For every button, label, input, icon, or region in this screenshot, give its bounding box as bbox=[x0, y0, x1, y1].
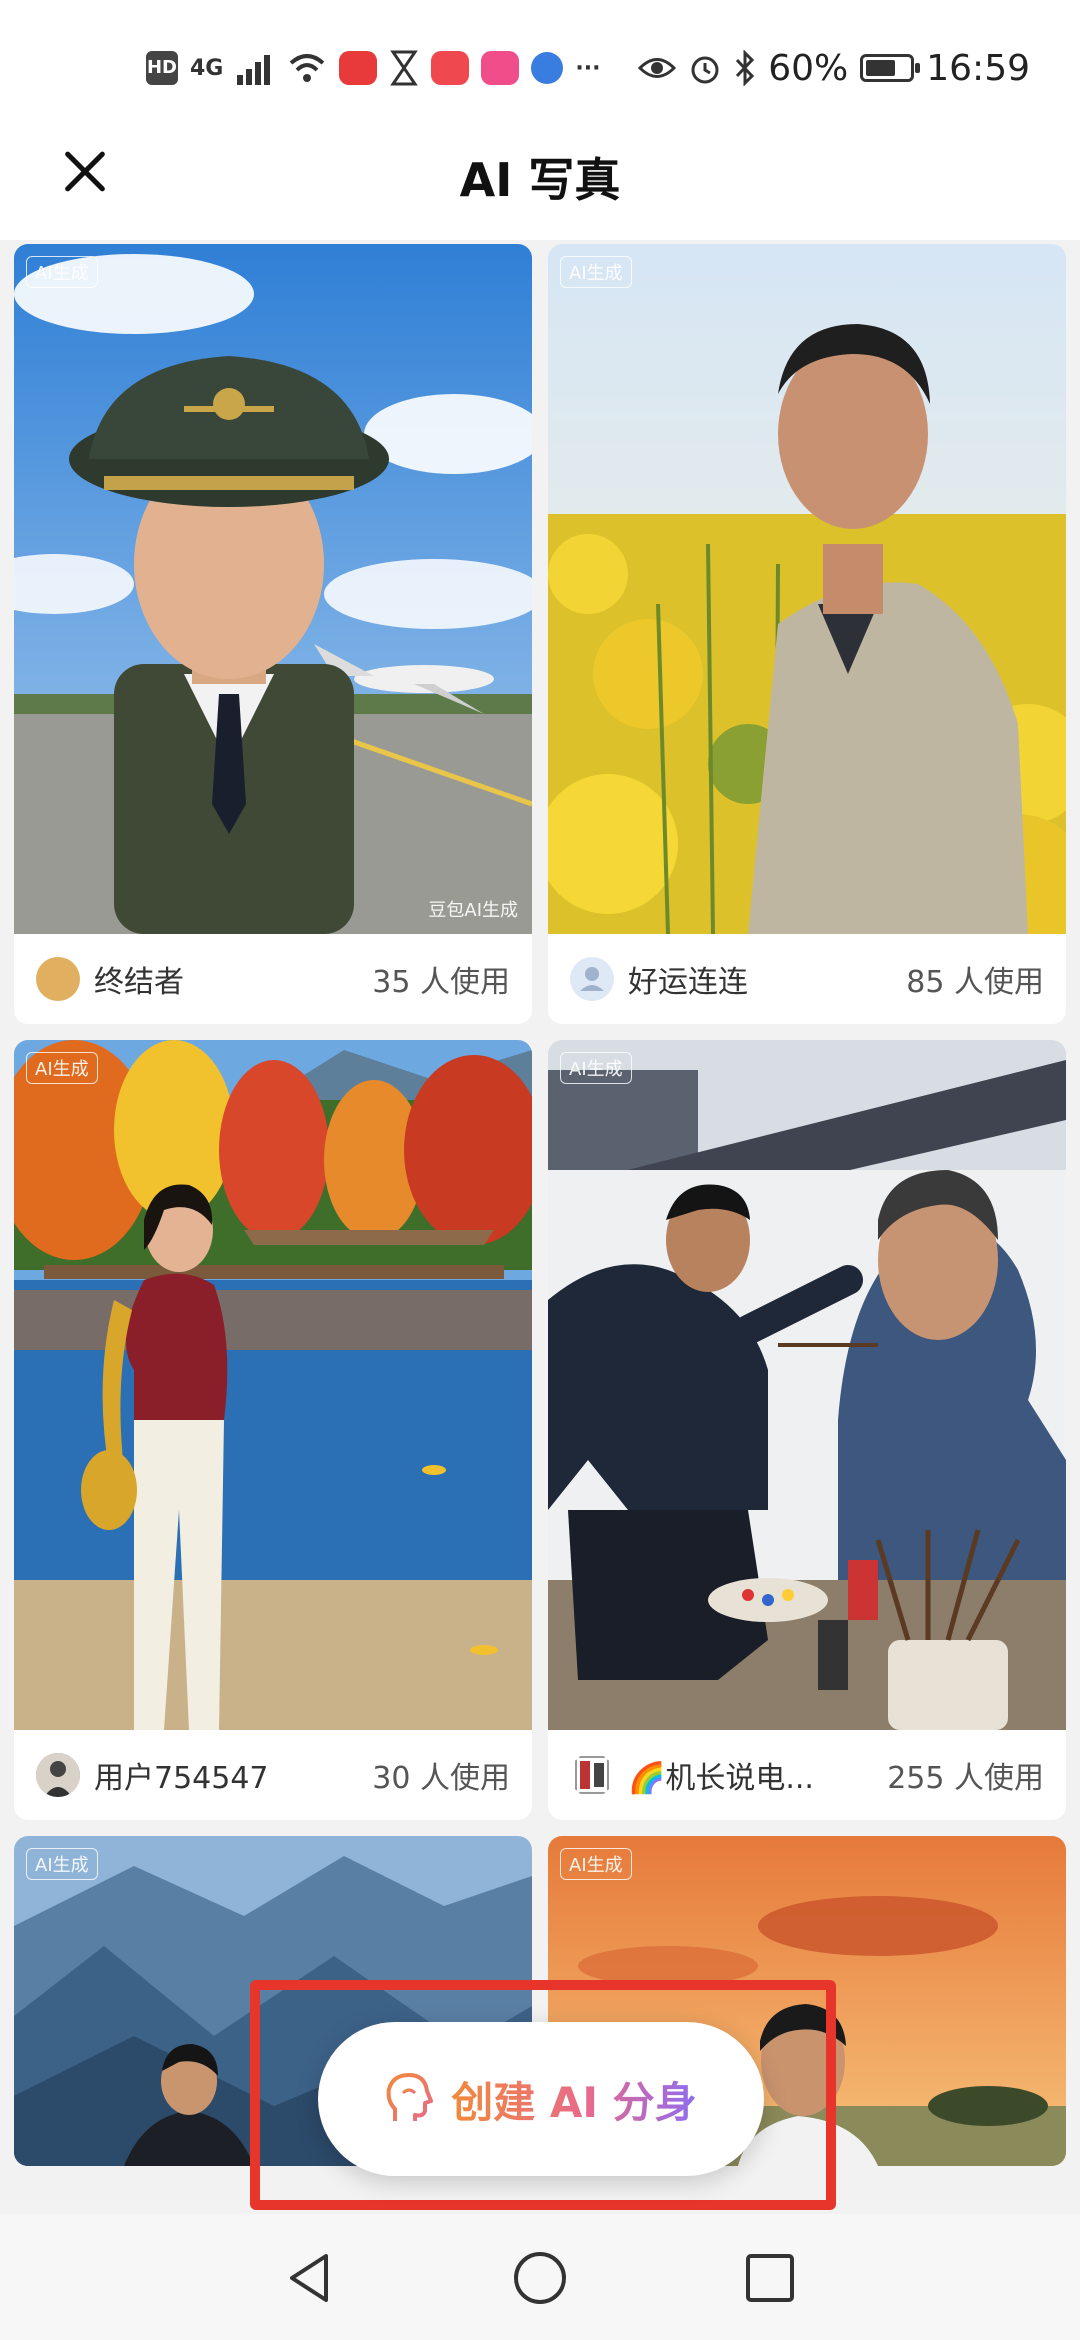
signal-icon bbox=[237, 55, 271, 85]
ai-generated-tag: AI生成 bbox=[26, 1848, 98, 1880]
create-ai-avatar-button[interactable]: 创建 AI 分身 bbox=[318, 2022, 764, 2176]
avatar[interactable] bbox=[36, 957, 80, 1001]
hd-icon: HD bbox=[146, 51, 178, 85]
card-meta: 用户754547 30 人使用 bbox=[14, 1730, 532, 1820]
ai-generated-tag: AI生成 bbox=[26, 1052, 98, 1084]
system-nav-bar bbox=[0, 2214, 1080, 2340]
template-card[interactable]: AI生成 好运连连 85 人使用 bbox=[548, 244, 1066, 1024]
network-type: 4G bbox=[190, 55, 224, 81]
card-meta: 终结者 35 人使用 bbox=[14, 934, 532, 1024]
wifi-icon bbox=[290, 54, 325, 82]
usage-count: 35 人使用 bbox=[372, 965, 510, 1000]
ai-generated-tag: AI生成 bbox=[560, 1848, 632, 1880]
status-bar-left: HD 4G ··· bbox=[146, 44, 600, 92]
ai-generated-tag: AI生成 bbox=[26, 256, 98, 288]
battery-percent: 60% bbox=[768, 47, 849, 89]
usage-count: 85 人使用 bbox=[906, 965, 1044, 1000]
avatar[interactable] bbox=[570, 1753, 614, 1797]
photo-grid: AI生成 豆包AI生成 终结者 35 人使用 AI生成 好运连连 85 人使用 … bbox=[14, 244, 1066, 2166]
eye-icon bbox=[638, 58, 677, 78]
ai-generated-tag: AI生成 bbox=[560, 256, 632, 288]
app-icon bbox=[431, 51, 470, 85]
usage-count: 255 人使用 bbox=[887, 1761, 1044, 1796]
author-name[interactable]: 用户754547 bbox=[94, 1753, 372, 1797]
back-icon[interactable] bbox=[280, 2248, 340, 2308]
usage-count: 30 人使用 bbox=[372, 1761, 510, 1796]
clock: 16:59 bbox=[926, 47, 1030, 89]
author-name[interactable]: 🌈机长说电... bbox=[628, 1753, 887, 1797]
template-card[interactable]: AI生成 🌈机长说电... 255 人使用 bbox=[548, 1040, 1066, 1820]
app-icon bbox=[531, 52, 564, 84]
template-card[interactable]: AI生成 用户754547 30 人使用 bbox=[14, 1040, 532, 1820]
battery-icon bbox=[860, 54, 921, 82]
home-icon[interactable] bbox=[510, 2248, 570, 2308]
template-image[interactable]: AI生成 bbox=[548, 244, 1066, 934]
template-image[interactable]: AI生成 豆包AI生成 bbox=[14, 244, 532, 934]
app-icon bbox=[481, 51, 520, 85]
create-button-label: 创建 AI 分身 bbox=[451, 2069, 696, 2130]
template-card[interactable]: AI生成 豆包AI生成 终结者 35 人使用 bbox=[14, 244, 532, 1024]
status-bar: HD 4G ··· 60% 16:59 bbox=[0, 0, 1080, 130]
card-meta: 🌈机长说电... 255 人使用 bbox=[548, 1730, 1066, 1820]
status-bar-right: 60% 16:59 bbox=[638, 44, 1030, 92]
alarm-icon bbox=[691, 56, 719, 84]
more-notifications-icon: ··· bbox=[575, 55, 601, 81]
header: AI 写真 bbox=[0, 130, 1080, 240]
avatar[interactable] bbox=[36, 1753, 80, 1797]
hourglass-icon bbox=[390, 50, 419, 86]
ai-generated-tag: AI生成 bbox=[560, 1052, 632, 1084]
bluetooth-icon bbox=[736, 50, 755, 86]
avatar[interactable] bbox=[570, 957, 614, 1001]
author-name[interactable]: 终结者 bbox=[94, 957, 372, 1001]
avatar-head-icon bbox=[386, 2073, 434, 2121]
recent-apps-icon[interactable] bbox=[740, 2248, 800, 2308]
template-image[interactable]: AI生成 bbox=[14, 1040, 532, 1730]
app-icon bbox=[339, 51, 378, 85]
watermark: 豆包AI生成 bbox=[428, 900, 518, 921]
card-meta: 好运连连 85 人使用 bbox=[548, 934, 1066, 1024]
template-image[interactable]: AI生成 bbox=[548, 1040, 1066, 1730]
page-title: AI 写真 bbox=[459, 153, 621, 207]
author-name[interactable]: 好运连连 bbox=[628, 957, 906, 1001]
